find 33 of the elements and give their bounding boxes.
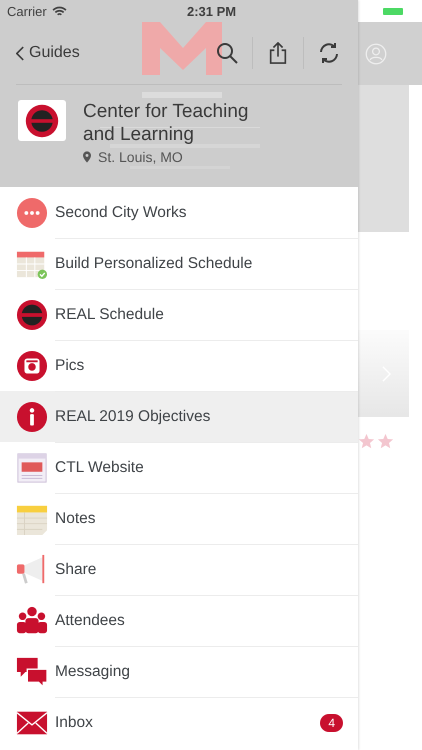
more-icon (16, 196, 48, 228)
refresh-icon[interactable] (318, 42, 340, 64)
guide-title: Center for Teaching and Learning (83, 100, 250, 146)
menu-item[interactable]: Share (0, 544, 358, 595)
unread-count: 4 (320, 714, 343, 732)
menu-item[interactable]: Pics (0, 340, 358, 391)
menu-item[interactable]: REAL Schedule (0, 289, 358, 340)
guide-logo (18, 100, 66, 141)
menu-item[interactable]: REAL 2019 Objectives (0, 391, 358, 442)
menu-item[interactable]: Build Personalized Schedule (0, 238, 358, 289)
share-icon[interactable] (267, 42, 289, 64)
chevron-left-icon (16, 46, 24, 60)
location-label: St. Louis, MO (98, 149, 183, 165)
status-time: 2:31 PM (187, 4, 236, 18)
wifi-icon (52, 6, 67, 16)
menu-item[interactable]: Second City Works (0, 187, 358, 238)
menu-item[interactable]: Inbox 4 (0, 697, 358, 748)
search-icon[interactable] (216, 42, 238, 64)
location-pin-icon (83, 151, 91, 163)
menu-item[interactable]: Messaging (0, 646, 358, 697)
carrier-label: Carrier (7, 4, 47, 18)
battery-icon (383, 8, 403, 14)
menu-item[interactable]: Notes (0, 493, 358, 544)
menu-item[interactable]: Attendees (0, 595, 358, 646)
back-button[interactable]: Guides (16, 44, 80, 62)
web-page-icon (16, 452, 48, 484)
info-icon (16, 400, 48, 432)
star-icon (377, 433, 394, 450)
logo-icon (16, 298, 48, 330)
star-icon (358, 433, 375, 450)
camera-icon (16, 350, 48, 382)
menu-item[interactable]: CTL Website (0, 442, 358, 493)
chat-icon (16, 656, 48, 688)
